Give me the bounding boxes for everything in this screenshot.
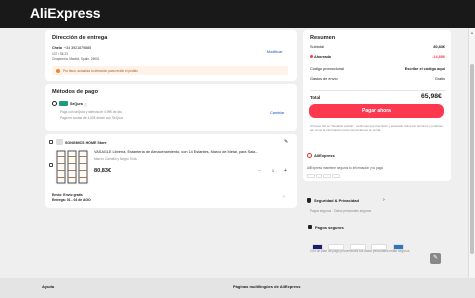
savings-row: Ahorrado -14,85€ [310,55,445,62]
badge-2-icon [316,174,322,178]
secure-pay-title: Pagos seguros [315,225,344,230]
promo-row: Código promocional Escribe el código aqu… [310,67,445,74]
recipient-name: Chelo +34 3921879885 [52,46,92,50]
security-chevron-icon[interactable]: › [383,197,385,203]
qty-increase-button[interactable]: + [284,168,287,174]
product-title[interactable]: VASAGLE Librería, Estantería de Almacena… [94,150,258,154]
subtotal-row: Subtotal 80,83€ [310,45,445,52]
footer: Ayuda Páginas multilingües de AliExpress [0,278,475,298]
radio-selected-icon[interactable] [52,101,57,106]
delivery-info: Entrega: 01 - 04 de AGO [52,198,91,202]
address-line-1: 107 / 56 23 [52,52,68,56]
address-line-2: Chapinería, Madrid, Spain, 28001 [52,57,100,61]
shipping-cost-value: Gratis [434,77,445,81]
product-price: 80,83€ [94,168,112,174]
badges-row [307,174,341,179]
warning-icon [56,68,60,73]
shield-icon [307,198,311,203]
address-warning: Por favor, actualiza tu dirección para r… [52,66,288,75]
footer-help[interactable]: Ayuda [42,284,54,289]
product-image[interactable] [55,149,89,185]
payment-method-name: SeQura [70,101,83,106]
shipping-cost-label: Gastos de envío [310,77,338,81]
terms-text: Al hacer clic en "Realizar pedido", conf… [310,124,444,133]
trust-brand-text: AliExpress mantiene seguros tu informaci… [307,166,384,170]
scrollbar-thumb[interactable] [470,64,474,254]
summary-divider [310,90,445,91]
payment-line-2: Paga en cuotas de 4,62€ desde con SeQura [60,116,123,120]
product-variant[interactable]: Marrón Camello y Negro Tinta [94,157,137,161]
sequra-logo-icon [59,101,68,106]
badge-4-icon [332,174,340,178]
store-icon [56,139,63,145]
qty-decrease-button[interactable]: – [258,168,261,174]
store-name[interactable]: SONGMICS HOME Store [65,141,107,145]
security-title[interactable]: Seguridad & Privacidad [314,198,359,203]
warning-text: Por favor, actualiza tu dirección para r… [63,68,138,73]
edit-icon[interactable]: ✎ [284,139,288,145]
footer-multilingual[interactable]: Páginas multilingües de AliExpress [233,284,300,289]
item-checkbox-icon[interactable] [49,163,53,167]
pay-now-button[interactable]: Pagar ahora [309,104,444,118]
savings-label: Ahorrado [310,55,331,59]
lock-icon [308,225,312,229]
info-icon[interactable]: ⓘ [84,102,87,107]
subtotal-label: Subtotal [310,45,324,49]
total-label: Total [310,95,321,100]
badge-1-icon [307,174,315,178]
checkbox-icon[interactable] [49,140,53,144]
change-address-link[interactable]: Modificar [267,50,282,54]
badge-3-icon [323,174,331,178]
savings-value[interactable]: -14,85€ [432,55,445,59]
savings-dot-icon [310,55,313,58]
trust-brand: AliExpress [314,153,335,158]
edit-floating-button[interactable]: ✎ [430,253,441,264]
change-payment-link[interactable]: Cambiar [270,111,284,115]
payment-line-1: Paga con seQura y disfruta de 4,99€ de d… [60,110,123,114]
summary-title: Resumen [310,35,336,41]
aliexpress-logo[interactable]: AliExpress [30,5,101,21]
top-bar: AliExpress [0,0,475,28]
promo-input[interactable]: Escribe el código aquí [405,67,445,71]
aliexpress-trust-icon [307,153,312,158]
secure-pay-text: Con un plan de pago proveedores tus dato… [310,249,410,253]
chevron-right-icon[interactable]: › [283,194,285,200]
payment-title: Métodos de pago [52,89,98,95]
security-text: Pagos seguros · Datos personales seguros [310,209,372,213]
shipping-title: Dirección de entrega [52,35,108,41]
promo-label: Código promocional [310,67,344,71]
total-value: 65,98€ [421,93,442,100]
scrollbar[interactable]: ▲ ▼ [468,28,475,298]
shipping-info: Envío: Envío gratis [52,193,83,197]
shipping-cost-row: Gastos de envío Gratis [310,77,445,84]
subtotal-value: 80,83€ [433,45,445,49]
qty-value[interactable]: 1 [272,169,274,173]
